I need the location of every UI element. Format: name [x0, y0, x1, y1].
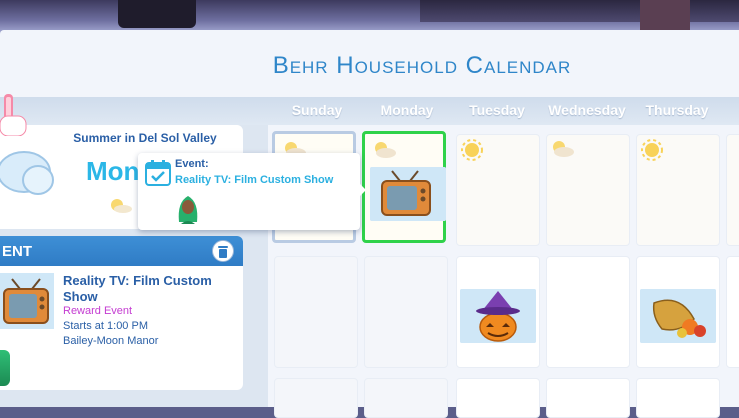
day-cell[interactable]: [636, 256, 720, 368]
background-furniture: [420, 0, 739, 22]
event-thumbnail: [640, 289, 716, 343]
calendar-check-icon: [145, 160, 171, 186]
delete-event-button[interactable]: [212, 240, 234, 262]
day-label-thursday: Thursday: [645, 102, 709, 118]
event-tooltip: [138, 153, 360, 230]
tv-icon: [0, 273, 54, 329]
day-cell[interactable]: [726, 256, 739, 368]
day-cell-wednesday[interactable]: [546, 134, 630, 246]
event-header-bar: [0, 236, 243, 266]
background-furniture: [118, 0, 196, 28]
bunny-icon: [0, 94, 27, 136]
sun-icon: [641, 139, 663, 161]
sun-cloud-icon: [111, 199, 132, 213]
day-cell[interactable]: [456, 256, 540, 368]
day-cell-monday-today[interactable]: [362, 131, 446, 243]
day-cell[interactable]: [546, 256, 630, 368]
cornucopia-icon: [640, 289, 716, 343]
tooltip-label: Event:: [175, 158, 209, 170]
event-start-time: Starts at 1:00 PM: [63, 320, 148, 332]
day-cell-friday[interactable]: [726, 134, 739, 246]
tooltip-arrow: [358, 182, 366, 198]
event-name: Reality TV: Film Custom Show: [63, 273, 212, 304]
sun-cloud-icon: [553, 141, 574, 157]
tv-icon: [370, 167, 446, 221]
tooltip-value: Reality TV: Film Custom Show: [175, 174, 334, 186]
event-location: Bailey-Moon Manor: [63, 335, 159, 347]
sim-portrait: [178, 196, 198, 224]
trash-icon: [218, 245, 228, 258]
month-label: Mon: [86, 156, 140, 186]
day-label-tuesday: Tuesday: [469, 102, 525, 118]
world-background: [0, 0, 739, 34]
day-label-wednesday: Wednesday: [548, 102, 626, 118]
day-cell[interactable]: [636, 378, 720, 418]
sun-cloud-icon: [375, 142, 396, 158]
event-header-label: ENT: [2, 243, 32, 260]
event-type: Reward Event: [63, 305, 133, 317]
cloud-icon: [0, 151, 54, 195]
sim-portrait: [0, 350, 10, 386]
day-cell-tuesday[interactable]: [456, 134, 540, 246]
pumpkin-icon: [460, 289, 536, 343]
day-cell[interactable]: [546, 378, 630, 418]
day-cell[interactable]: [364, 256, 448, 368]
day-label-monday: Monday: [380, 102, 434, 118]
event-thumbnail: [460, 289, 536, 343]
day-label-sunday: Sunday: [291, 102, 343, 118]
day-cell[interactable]: [274, 256, 358, 368]
event-thumbnail: [0, 273, 54, 329]
event-thumbnail: [370, 167, 446, 221]
background-furniture: [640, 0, 690, 34]
sun-icon: [461, 139, 483, 161]
day-cell[interactable]: [456, 378, 540, 418]
season-label: Summer in Del Sol Valley: [73, 131, 217, 145]
day-cell[interactable]: [274, 378, 358, 418]
day-cell-thursday[interactable]: [636, 134, 720, 246]
calendar-title: Behr Household Calendar: [272, 52, 572, 79]
day-cell[interactable]: [364, 378, 448, 418]
